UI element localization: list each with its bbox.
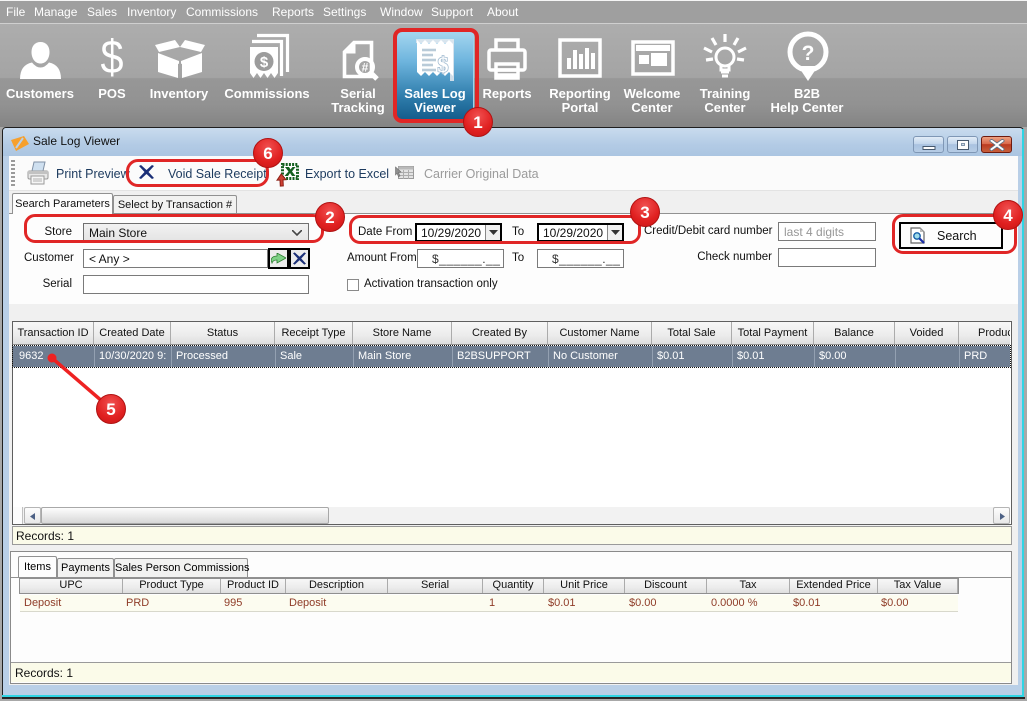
svg-text:#: # — [362, 61, 369, 75]
svg-text:$: $ — [260, 54, 269, 71]
svg-text:?: ? — [802, 42, 815, 65]
